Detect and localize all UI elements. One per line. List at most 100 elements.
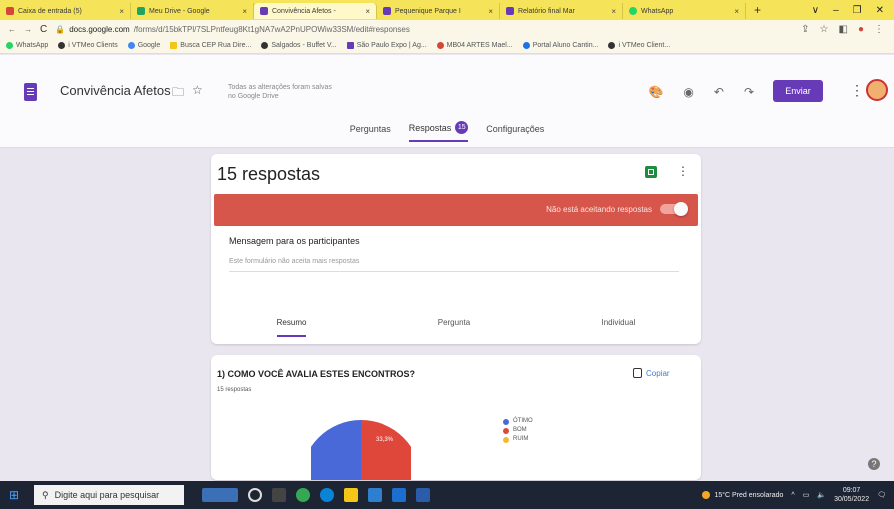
browser-tab-forms-2[interactable]: Pequenique Parque I × <box>377 3 500 19</box>
reload-icon[interactable]: C <box>40 24 47 35</box>
tab-label: Relatório final Mar <box>518 7 575 15</box>
undo-icon[interactable]: ↶ <box>714 85 724 99</box>
minimize-button[interactable]: – <box>833 5 839 16</box>
tab-search-button[interactable]: ∨ <box>812 5 819 16</box>
profile-icon[interactable]: ● <box>858 24 864 35</box>
bookmark-label: i VTMeo Clients <box>68 42 118 49</box>
task-view-icon[interactable] <box>272 488 286 502</box>
bookmark-label: Salgados - Buffet V... <box>271 42 337 49</box>
close-icon[interactable]: × <box>730 7 739 16</box>
folder-icon[interactable]: 🗀 <box>172 83 184 104</box>
gmail-icon <box>6 7 14 15</box>
store-icon[interactable] <box>368 488 382 502</box>
chevron-up-icon[interactable]: ^ <box>791 492 794 499</box>
tab-question[interactable]: Pergunta <box>438 318 470 337</box>
edge-icon[interactable] <box>320 488 334 502</box>
taskbar-search-input[interactable]: ⚲ Digite aqui para pesquisar <box>34 485 184 505</box>
google-forms-icon[interactable] <box>24 83 37 101</box>
forward-icon[interactable]: → <box>24 25 32 34</box>
browser-tab-drive[interactable]: Meu Drive - Google × <box>131 3 254 19</box>
forms-icon <box>383 7 391 15</box>
maximize-button[interactable]: ❐ <box>853 5 862 16</box>
close-icon[interactable]: × <box>607 7 616 16</box>
notifications-icon[interactable]: 🗨 <box>877 491 886 499</box>
more-options-icon[interactable]: ⋮ <box>850 82 864 99</box>
share-icon[interactable]: ⇪ <box>801 24 809 35</box>
tab-individual[interactable]: Individual <box>602 318 636 337</box>
browser-tab-gmail[interactable]: Caixa de entrada (5) × <box>0 3 131 19</box>
sheets-icon[interactable] <box>645 166 657 178</box>
search-icon: ⚲ <box>42 489 49 500</box>
more-options-icon[interactable]: ⋮ <box>677 164 689 178</box>
browser-tab-whatsapp[interactable]: WhatsApp × <box>623 3 746 19</box>
bookmark-item[interactable]: Busca CEP Rua Dire... <box>170 42 251 49</box>
news-widget-icon[interactable] <box>202 488 238 502</box>
system-tray: 15°C Pred ensolarado ^ ▭ 🔈 09:07 30/05/2… <box>702 486 894 504</box>
url-input[interactable]: 🔒 docs.google.com /forms/d/15bkTPl/7SLPn… <box>55 22 793 36</box>
close-icon[interactable]: × <box>361 7 370 16</box>
google-icon <box>127 42 135 49</box>
accepting-responses-label: Não está aceitando respostas <box>546 205 652 214</box>
copy-chart-button[interactable]: Copiar <box>633 368 670 378</box>
bookmark-item[interactable]: Google <box>127 42 161 49</box>
close-icon[interactable]: × <box>115 7 124 16</box>
mail-icon[interactable] <box>392 488 406 502</box>
bookmark-label: Google <box>137 42 161 49</box>
send-button[interactable]: Enviar <box>773 80 823 102</box>
file-explorer-icon[interactable] <box>344 488 358 502</box>
tab-summary[interactable]: Resumo <box>276 318 307 337</box>
legend-swatch <box>503 436 509 443</box>
cortana-icon[interactable] <box>248 488 262 502</box>
preview-eye-icon[interactable]: ◉ <box>683 85 693 99</box>
palette-icon[interactable]: 🎨 <box>648 85 663 99</box>
bookmark-label: Busca CEP Rua Dire... <box>180 42 252 49</box>
volume-icon[interactable]: 🔈 <box>817 491 826 499</box>
bookmark-item[interactable]: Portal Aluno Cantin... <box>522 42 598 49</box>
avatar[interactable] <box>866 79 888 101</box>
bookmark-item[interactable]: Salgados - Buffet V... <box>261 42 337 49</box>
legend-label: ÓTIMO <box>513 418 533 424</box>
new-tab-button[interactable]: + <box>746 3 769 17</box>
star-icon[interactable]: ☆ <box>820 24 829 35</box>
bookmark-item[interactable]: WhatsApp <box>6 42 48 49</box>
windows-start-icon[interactable]: ⊞ <box>0 481 28 509</box>
tab-settings[interactable]: Configurações <box>486 121 544 142</box>
form-title[interactable]: Convivência Afetos <box>60 83 171 98</box>
chart-legend: ÓTIMO BOM RUIM <box>503 417 533 444</box>
back-icon[interactable]: ← <box>8 25 16 34</box>
folder-icon <box>170 42 178 49</box>
bookmark-item[interactable]: i VTMeo Clients <box>58 42 118 49</box>
drive-icon <box>137 7 145 15</box>
redo-icon[interactable]: ↷ <box>744 85 754 99</box>
title-actions: 🗀 ☆ <box>172 83 203 104</box>
bookmark-item[interactable]: i VTMeo Client... <box>608 42 670 49</box>
legend-swatch <box>503 418 509 425</box>
message-input[interactable]: Este formulário não aceita mais resposta… <box>229 258 679 272</box>
bookmark-item[interactable]: MB04 ARTES Mael... <box>436 42 513 49</box>
browser-menu-icon[interactable]: ⋮ <box>874 24 884 35</box>
sidepanel-icon[interactable]: ◧ <box>839 24 848 35</box>
question-title: 1) COMO VOCÊ AVALIA ESTES ENCONTROS? <box>217 369 416 379</box>
star-icon[interactable]: ☆ <box>192 83 203 104</box>
forms-header: Convivência Afetos 🗀 ☆ Todas as alteraçõ… <box>0 55 894 148</box>
close-icon[interactable]: × <box>238 7 247 16</box>
app-icon[interactable] <box>416 488 430 502</box>
bookmark-item[interactable]: São Paulo Expo | Ag... <box>346 42 427 49</box>
browser-tab-forms-3[interactable]: Relatório final Mar × <box>500 3 623 19</box>
close-icon[interactable]: × <box>484 7 493 16</box>
tab-responses[interactable]: Respostas 15 <box>408 121 469 142</box>
clock[interactable]: 09:07 30/05/2022 <box>834 486 869 504</box>
browser-tab-forms-active[interactable]: Convivência Afetos - × <box>254 3 377 19</box>
github-icon <box>608 42 616 49</box>
close-window-button[interactable]: ✕ <box>876 5 884 16</box>
network-icon[interactable]: ▭ <box>803 491 810 499</box>
clock-date: 30/05/2022 <box>834 496 870 503</box>
help-icon[interactable]: ? <box>868 458 880 470</box>
weather-widget[interactable]: 15°C Pred ensolarado <box>702 491 783 499</box>
tab-questions[interactable]: Perguntas <box>350 121 391 142</box>
legend-label: RUIM <box>513 436 529 442</box>
lock-icon: 🔒 <box>55 24 66 34</box>
bookmark-label: i VTMeo Client... <box>618 42 671 49</box>
accepting-responses-toggle[interactable] <box>660 202 688 216</box>
chrome-icon[interactable] <box>296 488 310 502</box>
